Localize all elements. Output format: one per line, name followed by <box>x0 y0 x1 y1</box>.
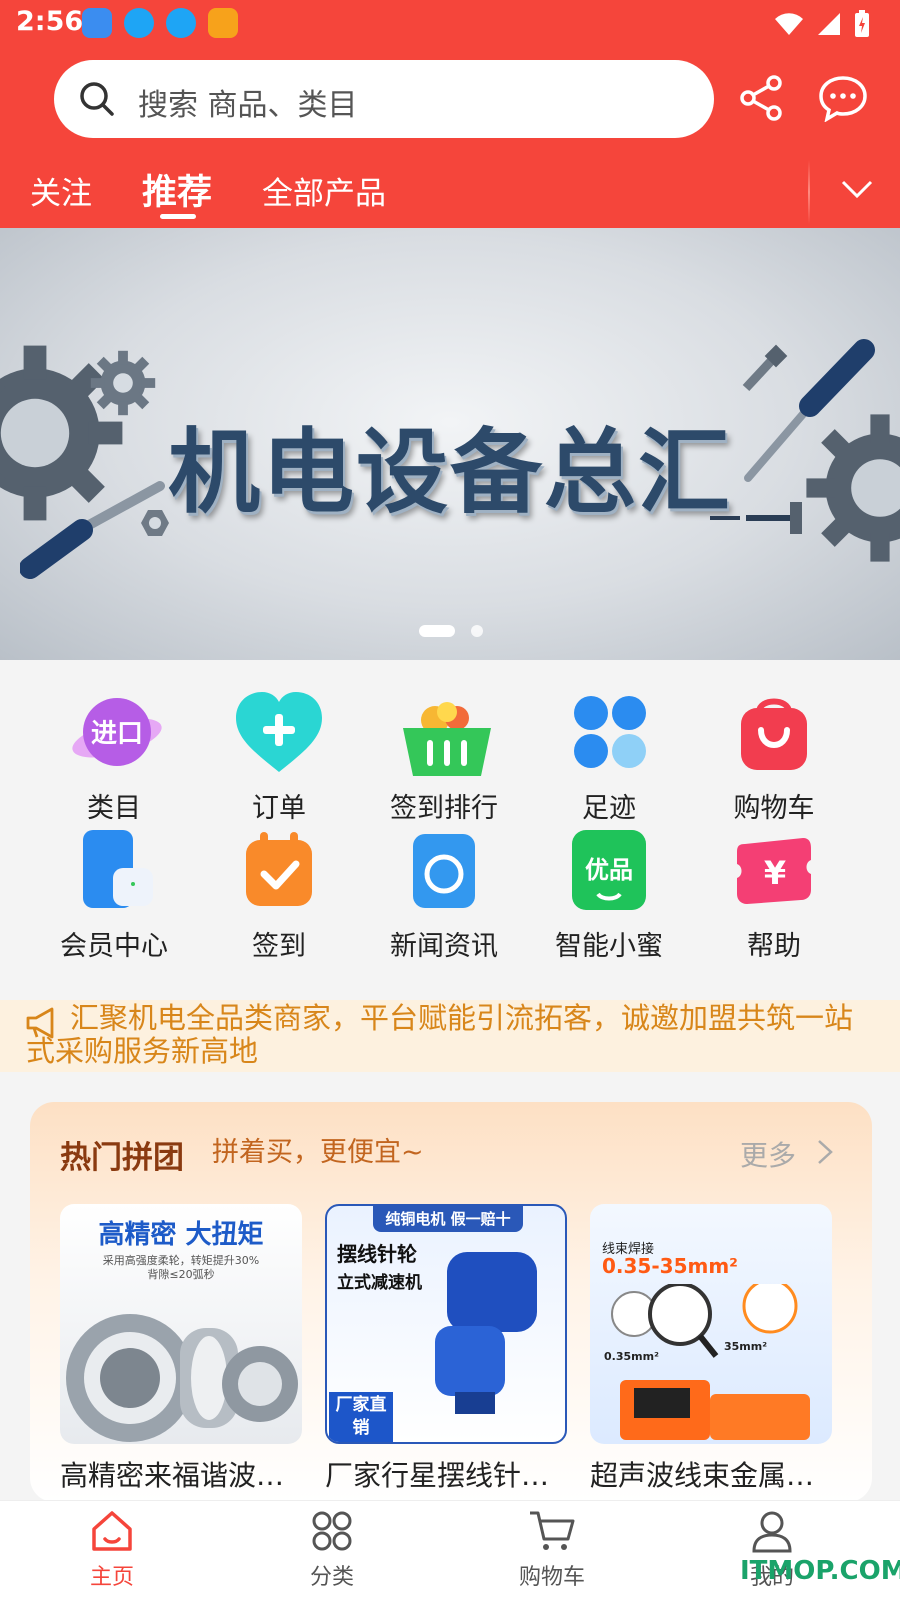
grid-item-help[interactable]: ¥ 帮助 <box>690 828 858 963</box>
pagination-dot-active[interactable] <box>419 625 455 637</box>
tab-active-indicator <box>160 214 196 219</box>
grid-item-footprint[interactable]: 足迹 <box>525 690 693 825</box>
svg-text:¥: ¥ <box>764 854 786 892</box>
chevron-right-icon[interactable] <box>816 1138 834 1166</box>
product-name: 超声波线束金属… <box>590 1459 815 1492</box>
wifi-icon <box>775 13 803 35</box>
import-planet-icon: 进口 <box>69 690 162 780</box>
shopping-bag-icon <box>729 690 819 780</box>
shop-app-icon <box>208 8 238 38</box>
gear-icon <box>806 414 900 562</box>
notice-text: 汇聚机电全品类商家，平台赋能引流拓客，诚邀加盟共筑一站式采购服务新高地 <box>26 1001 854 1068</box>
cloud-app-icon <box>82 8 112 38</box>
notice-bar[interactable]: 汇聚机电全品类商家，平台赋能引流拓客，诚邀加盟共筑一站式采购服务新高地 <box>0 1000 900 1072</box>
channel-tabs: 关注 推荐 全部产品 <box>0 160 900 228</box>
product-name: 高精密来福谐波… <box>60 1459 285 1492</box>
share-icon[interactable] <box>738 74 786 122</box>
nav-cart[interactable]: 购物车 <box>492 1509 612 1591</box>
status-indicators <box>774 10 870 38</box>
tab-divider <box>808 160 810 224</box>
product-image: 线束焊接 0.35-35mm² 0.35mm² 35mm² <box>590 1204 832 1444</box>
download-icon <box>124 8 154 38</box>
section-subtitle: 拼着买，更便宜~ <box>212 1137 424 1168</box>
product-image: 高精密 大扭矩 采用高强度柔轮，转矩提升30% 背隙≤20弧秒 <box>60 1204 302 1444</box>
grid-item-checkin[interactable]: 签到 <box>195 828 363 963</box>
grid-item-news[interactable]: 新闻资讯 <box>360 828 528 963</box>
camera-lens-icon <box>399 828 489 918</box>
user-icon <box>752 1511 792 1553</box>
nav-category[interactable]: 分类 <box>272 1509 392 1591</box>
hot-group-buy-section: 热门拼团 拼着买，更便宜~ 更多 高精密 大扭矩 采用高强度柔轮，转矩提升30%… <box>30 1102 872 1502</box>
search-placeholder: 搜索 商品、类目 <box>138 88 358 123</box>
signal-icon <box>818 13 840 35</box>
tab-all-products[interactable]: 全部产品 <box>262 168 386 213</box>
calendar-check-icon <box>234 828 324 918</box>
grid-item-smart-assistant[interactable]: 优品 智能小蜜 <box>525 828 693 963</box>
search-icon <box>80 82 114 116</box>
quick-entry-grid: 进口 类目 订单 签到排行 足迹 购物车 会员中心 签到 新闻资讯 优品 智能小… <box>0 690 900 980</box>
svg-text:进口: 进口 <box>91 719 143 749</box>
notification-icons <box>82 8 238 38</box>
grid-item-orders[interactable]: 订单 <box>195 690 363 825</box>
tab-follow[interactable]: 关注 <box>30 168 92 213</box>
app-header: 2:56 搜索 商品、类目 关注 推荐 全部产品 <box>0 0 900 228</box>
more-link[interactable]: 更多 <box>740 1134 796 1174</box>
bolt-icon <box>742 344 788 392</box>
product-card[interactable]: 线束焊接 0.35-35mm² 0.35mm² 35mm² 超声波线束金属… <box>590 1204 832 1494</box>
chevron-down-icon[interactable] <box>840 174 874 204</box>
wrench-icon <box>710 502 802 534</box>
product-card[interactable]: 高精密 大扭矩 采用高强度柔轮，转矩提升30% 背隙≤20弧秒 高精密来福谐波… <box>60 1204 302 1494</box>
download-icon <box>166 8 196 38</box>
pagination-dot[interactable] <box>471 625 483 637</box>
home-icon <box>92 1511 132 1551</box>
promo-banner[interactable]: 机电设备总汇 <box>0 228 900 660</box>
heart-plus-icon <box>234 690 324 780</box>
cart-icon <box>530 1511 575 1550</box>
yen-ticket-icon: ¥ <box>729 828 819 918</box>
section-title: 热门拼团 <box>60 1140 184 1176</box>
status-bar: 2:56 <box>0 0 900 48</box>
fruit-basket-icon <box>399 690 491 780</box>
product-image: 纯铜电机 假一赔十 摆线针轮 立式减速机 厂家直销 <box>325 1204 567 1444</box>
tab-recommend[interactable]: 推荐 <box>142 164 212 215</box>
svg-text:优品: 优品 <box>585 856 633 884</box>
nav-home[interactable]: 主页 <box>52 1509 172 1591</box>
phone-earbuds-icon <box>69 828 159 918</box>
grid-item-member-center[interactable]: 会员中心 <box>30 828 198 963</box>
battery-charging-icon <box>855 10 869 37</box>
youpin-icon: 优品 <box>564 828 654 918</box>
four-petal-icon <box>564 690 654 780</box>
watermark: ITMOP.COM <box>740 1556 900 1586</box>
category-icon <box>312 1511 352 1551</box>
grid-item-category[interactable]: 进口 类目 <box>30 690 198 825</box>
status-time: 2:56 <box>16 6 84 37</box>
product-card[interactable]: 纯铜电机 假一赔十 摆线针轮 立式减速机 厂家直销 厂家行星摆线针… <box>325 1204 567 1494</box>
message-icon[interactable] <box>818 74 868 122</box>
grid-item-checkin-ranking[interactable]: 签到排行 <box>360 690 528 825</box>
product-name: 厂家行星摆线针… <box>325 1459 550 1492</box>
grid-item-cart[interactable]: 购物车 <box>690 690 858 825</box>
search-bar[interactable]: 搜索 商品、类目 <box>54 60 714 138</box>
